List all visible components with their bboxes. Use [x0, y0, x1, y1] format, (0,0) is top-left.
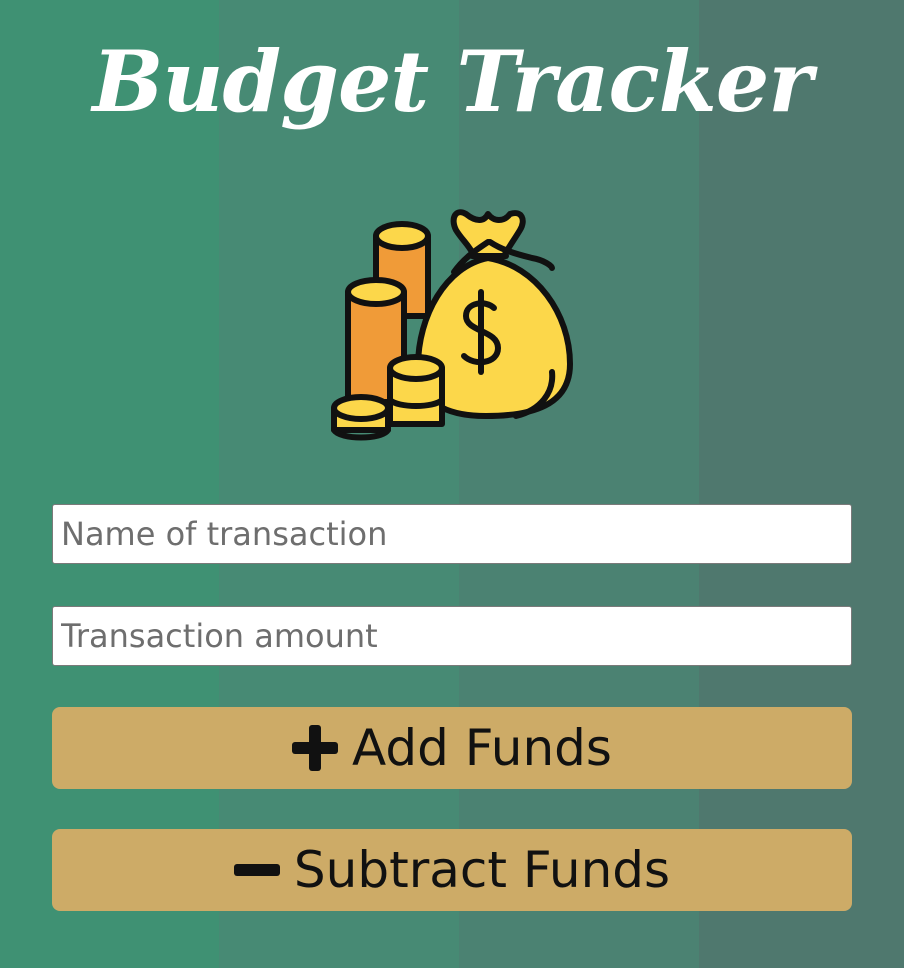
minus-icon: [233, 847, 280, 893]
transaction-amount-input[interactable]: [52, 606, 852, 666]
add-funds-button[interactable]: Add Funds: [52, 707, 852, 789]
budget-tracker-app: Budget Tracker Name of transaction Trans…: [0, 0, 904, 968]
subtract-funds-label: Subtract Funds: [293, 841, 671, 899]
money-bag-and-coins-icon: [331, 209, 573, 441]
add-funds-label: Add Funds: [352, 719, 612, 777]
page-title: Budget Tracker: [92, 32, 812, 131]
plus-icon: [292, 725, 339, 771]
transaction-name-input[interactable]: [52, 504, 852, 564]
subtract-funds-button[interactable]: Subtract Funds: [52, 829, 852, 911]
